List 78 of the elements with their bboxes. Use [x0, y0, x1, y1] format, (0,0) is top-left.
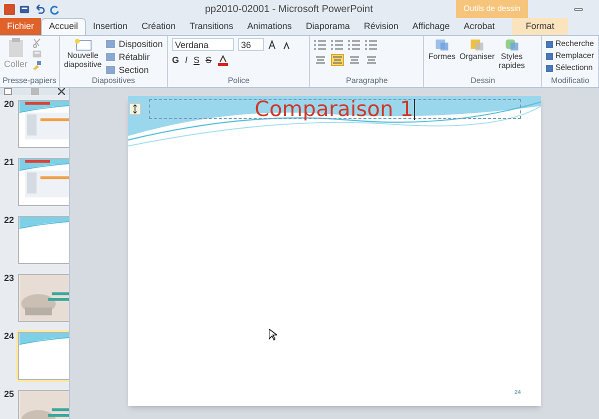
save-icon[interactable] [19, 4, 30, 14]
slide-number: 21 [2, 156, 14, 169]
slide-thumbnail[interactable] [16, 272, 69, 324]
undo-icon[interactable] [34, 4, 45, 14]
cursor-icon [269, 329, 277, 341]
ribbon-tab[interactable]: Acrobat [456, 18, 502, 35]
clipboard-icon[interactable] [6, 38, 25, 58]
group-label: Paragraphe [345, 75, 389, 87]
align-button[interactable] [314, 54, 328, 66]
align-button[interactable] [365, 54, 378, 66]
slides-tab-icon[interactable] [4, 88, 12, 95]
slide-number: 24 [2, 330, 14, 343]
slide-thumbnail-row[interactable]: 25 [0, 385, 69, 419]
slide-option-button[interactable]: Rétablir [106, 51, 163, 63]
group-label: Modificatio [550, 75, 590, 87]
font-style-button[interactable]: S [194, 54, 200, 68]
editing-button[interactable]: Recherche [546, 38, 594, 50]
font-style-button[interactable]: G [172, 54, 180, 68]
slide-option-button[interactable]: Disposition [106, 38, 163, 50]
move-handle-icon[interactable] [129, 103, 141, 115]
align-button[interactable] [348, 54, 362, 66]
font-size-field[interactable]: 36 [238, 38, 264, 51]
font-name-field[interactable]: Verdana [172, 38, 234, 51]
new-slide-icon[interactable] [74, 38, 92, 51]
shapes-icon[interactable] [504, 38, 520, 52]
group-label: Presse-papiers [2, 75, 58, 87]
slide-number: 23 [2, 272, 14, 285]
ribbon-tab[interactable]: Création [134, 18, 183, 35]
contextual-tab-header: Outils de dessin [456, 0, 528, 18]
group-label: Dessin [470, 75, 496, 87]
minimize-icon[interactable] [574, 8, 583, 11]
close-icon[interactable] [58, 88, 65, 95]
editing-button[interactable]: Remplacer [546, 50, 594, 62]
file-tab[interactable]: Fichier [0, 18, 42, 35]
list-icon[interactable] [365, 40, 378, 50]
group-label: Diapositives [90, 75, 136, 87]
slide-number: 22 [2, 214, 14, 227]
app-logo-icon [4, 4, 15, 14]
slide-number: 20 [2, 98, 14, 111]
ribbon-tab[interactable]: Révision [356, 18, 406, 35]
align-button[interactable] [331, 54, 344, 66]
drawing-button[interactable]: Styles rapides [498, 52, 525, 70]
list-icon[interactable] [331, 40, 344, 50]
font-style-button[interactable]: I [185, 54, 188, 68]
slide-thumbnail-row[interactable]: 22 [0, 211, 69, 269]
ribbon-tab[interactable]: Affichage [405, 18, 457, 35]
shrink-font-icon[interactable] [282, 40, 292, 50]
slide-option-button[interactable]: Section [106, 64, 163, 75]
slide-thumbnail[interactable] [16, 156, 69, 208]
slide-thumbnail-row[interactable]: 21 [0, 153, 69, 211]
grow-font-icon[interactable] [268, 40, 278, 50]
new-slide-button[interactable]: Nouvelle diapositive [64, 51, 102, 69]
drawing-button[interactable]: Formes [428, 52, 456, 61]
group-label: Police [226, 75, 251, 87]
slide-thumbnail[interactable] [16, 98, 69, 150]
list-icon[interactable] [348, 40, 360, 50]
ribbon-tab[interactable]: Animations [240, 18, 299, 35]
ribbon-tab[interactable]: Diaporama [298, 18, 357, 35]
brush-icon[interactable] [32, 60, 42, 70]
font-style-button[interactable]: S [206, 54, 212, 68]
slide-thumbnail-row[interactable]: 24 [0, 327, 69, 385]
redo-icon[interactable] [49, 4, 60, 14]
slide-number: 25 [2, 388, 14, 401]
slide-thumbnail-row[interactable]: 20 [0, 95, 69, 153]
ribbon-tab[interactable]: Transitions [182, 18, 240, 35]
list-icon[interactable] [314, 40, 326, 50]
slide-thumbnail[interactable] [16, 214, 69, 266]
shapes-icon[interactable] [434, 38, 450, 52]
drawing-button[interactable]: Organiser [460, 52, 495, 61]
slide-thumbnail[interactable] [16, 330, 69, 382]
slide-thumbnail-row[interactable]: 23 [0, 269, 69, 327]
ribbon-tab[interactable]: Insertion [86, 18, 135, 35]
ribbon-tab[interactable]: Accueil [41, 18, 86, 35]
font-color-icon[interactable] [218, 55, 228, 66]
editing-button[interactable]: Sélectionn [546, 62, 594, 74]
window-title: pp2010-02001 - Microsoft PowerPoint [205, 2, 373, 16]
ribbon-tab[interactable]: Format [512, 18, 568, 35]
slide-title: Comparaison 1 [254, 98, 416, 120]
